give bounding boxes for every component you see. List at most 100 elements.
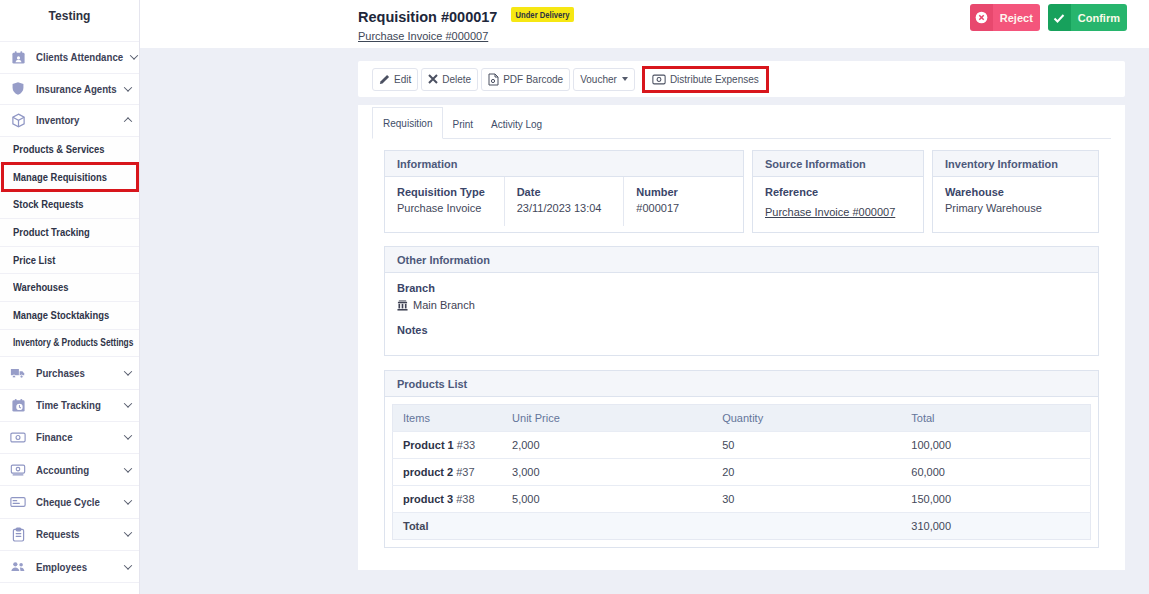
sidebar-item-label: Cheque Cycle (36, 496, 100, 508)
purchase-invoice-link[interactable]: Purchase Invoice #000007 (358, 30, 488, 42)
table-row: product 3 #38 5,000 30 150,000 (393, 486, 1091, 513)
sidebar-subitem-price-list[interactable]: Price List (0, 246, 139, 274)
sidebar-item-label: Inventory (36, 114, 79, 126)
information-panel-title: Information (385, 151, 743, 177)
tab-print[interactable]: Print (443, 109, 482, 139)
field-value: 23/11/2023 13:04 (517, 202, 612, 214)
field-value: #000017 (636, 202, 731, 214)
sidebar-subitem-manage-requisitions[interactable]: Manage Requisitions (0, 163, 139, 191)
pdf-barcode-button[interactable]: PDF Barcode (481, 68, 570, 91)
sidebar-item-insurance-agents[interactable]: Insurance Agents (0, 73, 139, 105)
field-label: Reference (765, 186, 911, 198)
source-panel-title: Source Information (753, 151, 923, 177)
sidebar-item-purchases[interactable]: Purchases (0, 356, 139, 388)
sidebar-item-requests[interactable]: Requests (0, 518, 139, 550)
banknote-icon (10, 429, 26, 445)
confirm-label: Confirm (1071, 4, 1127, 31)
sidebar-item-label: Time Tracking (36, 399, 101, 411)
products-panel-title: Products List (385, 371, 1098, 397)
action-toolbar: Edit Delete PDF Barcode Voucher Distribu… (358, 61, 1125, 97)
time-calendar-icon (10, 397, 26, 413)
tab-requisition[interactable]: Requisition (372, 107, 443, 139)
subitem-label: Stock Requests (13, 199, 84, 210)
workspace-title: Testing (0, 0, 139, 41)
tab-activity-log[interactable]: Activity Log (482, 109, 551, 139)
subitem-label: Manage Requisitions (13, 172, 107, 183)
sidebar-subitem-manage-stocktakings[interactable]: Manage Stocktakings (0, 301, 139, 329)
subitem-label: Product Tracking (13, 227, 90, 238)
sidebar-item-label: Employees (36, 561, 87, 573)
cheque-icon (10, 494, 26, 510)
sidebar-item-employees[interactable]: Employees (0, 550, 139, 582)
field-label: Requisition Type (397, 186, 492, 198)
chevron-down-icon (124, 561, 132, 569)
field-label: Date (517, 186, 612, 198)
col-items: Items (393, 405, 503, 432)
field-value: Purchase Invoice (397, 202, 492, 214)
sidebar: Testing Clients Attendance Insurance Age… (0, 0, 140, 594)
other-information-panel: Other Information Branch Main Branch Not… (384, 246, 1099, 356)
sidebar-subitem-inventory-products-settings[interactable]: Inventory & Products Settings (0, 329, 139, 357)
products-table: Items Unit Price Quantity Total Product … (392, 404, 1091, 540)
sidebar-item-finance[interactable]: Finance (0, 421, 139, 453)
calendar-attendance-icon (10, 49, 26, 65)
unit-price: 3,000 (502, 459, 712, 486)
sidebar-item-clients-attendance[interactable]: Clients Attendance (0, 41, 139, 73)
reject-button[interactable]: Reject (970, 4, 1040, 31)
col-total: Total (901, 405, 1090, 432)
sidebar-item-label: Insurance Agents (36, 83, 117, 95)
voucher-dropdown[interactable]: Voucher (573, 68, 635, 91)
sidebar-subitem-stock-requests[interactable]: Stock Requests (0, 191, 139, 219)
distribute-expenses-label: Distribute Expenses (670, 74, 759, 85)
total-label: Total (393, 513, 503, 540)
building-icon (397, 300, 408, 311)
chevron-down-icon (124, 367, 132, 375)
status-badge: Under Delivery (511, 7, 574, 22)
col-quantity: Quantity (712, 405, 901, 432)
branch-value: Main Branch (397, 299, 1086, 311)
money-icon (652, 74, 666, 85)
chevron-down-icon (124, 400, 132, 408)
sidebar-item-inventory[interactable]: Inventory (0, 104, 139, 136)
quantity: 20 (712, 459, 901, 486)
reject-label: Reject (993, 4, 1040, 31)
distribute-expenses-highlight: Distribute Expenses (642, 66, 769, 93)
caret-down-icon (622, 77, 628, 81)
sidebar-item-label: Accounting (36, 464, 89, 476)
subitem-label: Price List (13, 255, 55, 266)
requisition-card: Requisition Print Activity Log Informati… (358, 105, 1125, 570)
branch-label: Branch (397, 282, 1086, 294)
product-code: #38 (456, 493, 474, 505)
pdf-barcode-label: PDF Barcode (503, 74, 563, 85)
products-list-panel: Products List Items Unit Price Quantity … (384, 370, 1099, 548)
sidebar-item-label: Requests (36, 528, 79, 540)
branch-name: Main Branch (413, 299, 475, 311)
sidebar-item-label: Purchases (36, 367, 85, 379)
distribute-expenses-button[interactable]: Distribute Expenses (645, 69, 766, 90)
page-title: Requisition #000017 (358, 9, 497, 25)
sidebar-subitem-product-tracking[interactable]: Product Tracking (0, 218, 139, 246)
tab-bar: Requisition Print Activity Log (372, 105, 1111, 139)
product-code: #37 (456, 466, 474, 478)
sidebar-item-label: Clients Attendance (36, 51, 123, 63)
sidebar-subitem-warehouses[interactable]: Warehouses (0, 273, 139, 301)
sidebar-subitem-products-services[interactable]: Products & Services (0, 136, 139, 164)
col-unit-price: Unit Price (502, 405, 712, 432)
sidebar-item-cheque-cycle[interactable]: Cheque Cycle (0, 485, 139, 517)
reference-link[interactable]: Purchase Invoice #000007 (765, 206, 895, 218)
chevron-down-icon (129, 52, 137, 60)
chevron-down-icon (124, 496, 132, 504)
reject-icon (970, 4, 993, 31)
sidebar-item-accounting[interactable]: Accounting (0, 453, 139, 485)
inventory-information-panel: Inventory Information Warehouse Primary … (932, 150, 1099, 233)
other-panel-title: Other Information (385, 247, 1098, 273)
quantity: 30 (712, 486, 901, 513)
shield-icon (10, 81, 26, 97)
chevron-up-icon (124, 117, 132, 125)
edit-button[interactable]: Edit (372, 68, 418, 91)
confirm-button[interactable]: Confirm (1048, 4, 1127, 31)
sidebar-item-time-tracking[interactable]: Time Tracking (0, 389, 139, 421)
page-header: Requisition #000017 Under Delivery Purch… (140, 0, 1149, 48)
delete-button[interactable]: Delete (421, 68, 478, 91)
tab-content: Information Requisition Type Purchase In… (372, 139, 1111, 548)
